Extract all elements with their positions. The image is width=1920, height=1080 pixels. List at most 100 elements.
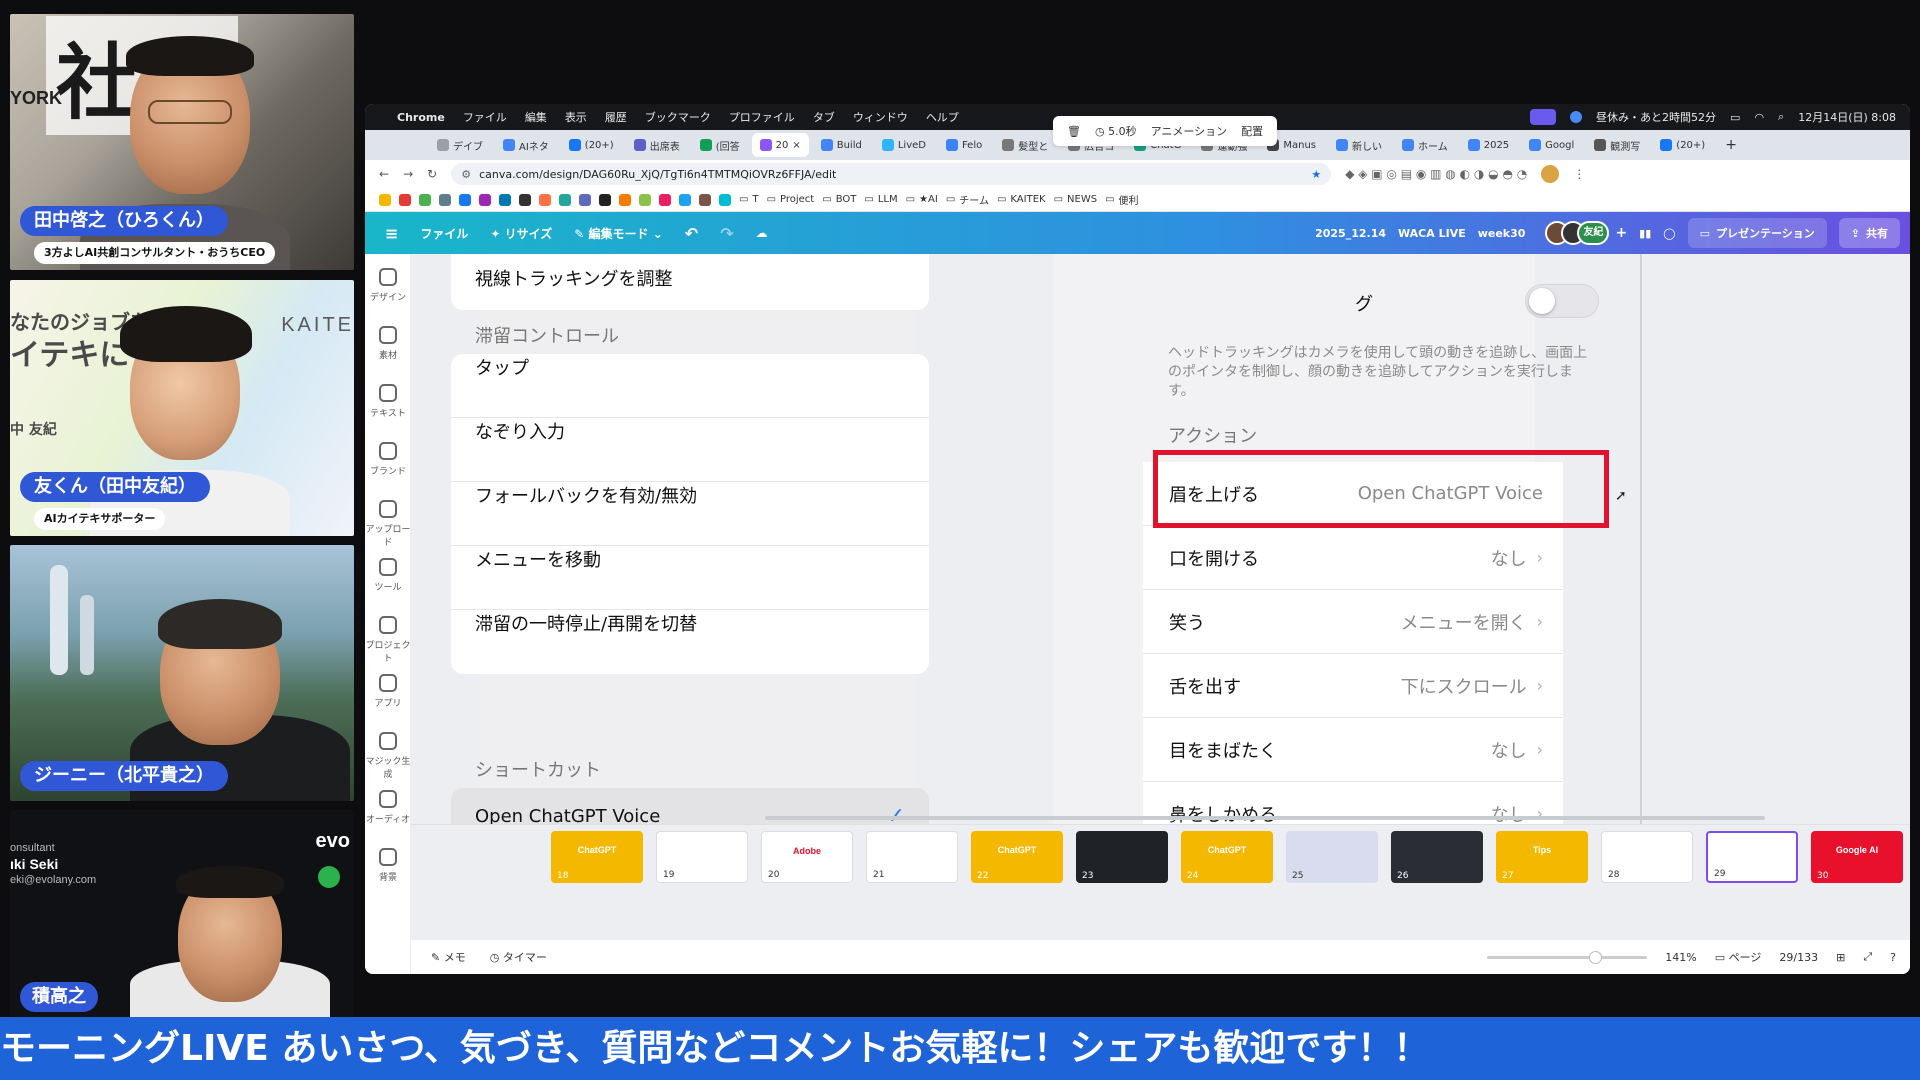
head-tracking-toggle[interactable] (1525, 284, 1599, 318)
settings-row[interactable]: 視線トラッキングを調整 (451, 254, 929, 310)
browser-tab[interactable]: Googl (1521, 133, 1582, 157)
menu-bookmarks[interactable]: ブックマーク (645, 109, 711, 125)
bookmark-folder[interactable]: ▭ NEWS (1054, 194, 1098, 205)
menu-app-name[interactable]: Chrome (397, 111, 445, 124)
wifi-icon[interactable]: ◠ (1754, 111, 1764, 124)
duration-button[interactable]: ◷ 5.0秒 (1095, 123, 1137, 139)
browser-tab[interactable]: 出席表 (626, 133, 688, 157)
page-thumbnail[interactable]: 21 (866, 831, 958, 883)
bookmark-favicon-icon[interactable] (559, 193, 571, 206)
menu-edit[interactable]: 編集 (525, 109, 547, 125)
browser-menu-icon[interactable]: ⋮ (1573, 167, 1585, 181)
page-thumbnail[interactable]: ChatGPT 22 (971, 831, 1063, 883)
menu-view[interactable]: 表示 (565, 109, 587, 125)
bookmark-favicon-icon[interactable] (479, 193, 491, 206)
rail-item-magic[interactable]: マジック生成 (365, 732, 411, 780)
avatar[interactable]: 友紀 (1577, 221, 1610, 245)
url-bar[interactable]: ⚙ canva.com/design/DAG60Ru_XjQ/TgTi6n4TM… (451, 163, 1332, 185)
collaborator-avatars[interactable]: 友紀 + (1545, 221, 1627, 245)
bookmark-favicon-icon[interactable] (499, 193, 511, 206)
bookmark-favicon-icon[interactable] (399, 193, 411, 206)
animation-button[interactable]: アニメーション (1151, 123, 1228, 139)
grid-view-icon[interactable]: ⊞ (1836, 951, 1845, 964)
bookmark-favicon-icon[interactable] (379, 193, 391, 206)
page-thumbnail[interactable]: 26 (1391, 831, 1483, 883)
undo-icon[interactable]: ↶ (685, 224, 698, 243)
resize-button[interactable]: ✦ リサイズ (490, 225, 552, 242)
page-thumbnail[interactable]: Google AI 30 (1811, 831, 1903, 883)
profile-avatar[interactable] (1541, 165, 1560, 183)
bookmark-favicon-icon[interactable] (719, 193, 731, 206)
browser-tab[interactable]: Felo (938, 133, 990, 157)
bookmark-favicon-icon[interactable] (539, 193, 551, 206)
browser-tab[interactable]: (回答 (692, 133, 748, 157)
page-thumbnail[interactable]: 29 (1706, 831, 1798, 883)
zoom-level[interactable]: 141% (1665, 951, 1696, 964)
bookmark-folder[interactable]: ▭ ★AI (906, 194, 938, 205)
bookmark-favicon-icon[interactable] (679, 193, 691, 206)
settings-row[interactable]: メニューを移動 (451, 546, 929, 610)
reload-icon[interactable]: ↻ (427, 167, 437, 181)
analytics-icon[interactable]: ▮▮ (1639, 227, 1651, 240)
browser-tab[interactable]: 観測写 (1586, 133, 1648, 157)
bookmark-favicon-icon[interactable] (419, 193, 431, 206)
back-icon[interactable]: ← (379, 167, 389, 181)
bookmark-favicon-icon[interactable] (699, 193, 711, 206)
add-collaborator-icon[interactable]: + (1615, 225, 1627, 241)
rail-item-text[interactable]: テキスト (365, 384, 411, 419)
notes-button[interactable]: ✎ メモ (431, 949, 466, 965)
browser-tab[interactable]: 2025 (1460, 133, 1517, 157)
browser-tab[interactable]: AIネタ (495, 133, 557, 157)
bookmark-favicon-icon[interactable] (519, 193, 531, 206)
page-thumbnail[interactable]: ChatGPT 18 (551, 831, 643, 883)
rail-item-background[interactable]: 背景 (365, 848, 411, 883)
settings-row[interactable]: タップ (451, 354, 929, 418)
new-tab-icon[interactable]: + (1725, 137, 1737, 153)
browser-tab[interactable]: 新しい (1328, 133, 1390, 157)
filmstrip-scrollbar[interactable] (765, 816, 1765, 820)
menu-help[interactable]: ヘルプ (926, 109, 959, 125)
share-button[interactable]: ⇪ 共有 (1838, 218, 1900, 248)
bookmark-folder[interactable]: ▭ LLM (864, 194, 897, 205)
browser-tab[interactable]: (20+) (561, 133, 622, 157)
status-icon[interactable] (1570, 111, 1583, 123)
browser-tab[interactable]: デイブ (429, 133, 491, 157)
file-menu-button[interactable]: ファイル (420, 225, 468, 242)
bookmark-favicon-icon[interactable] (619, 193, 631, 206)
action-row[interactable]: 口を開ける なし › (1143, 526, 1563, 590)
page-thumbnail[interactable]: ChatGPT 24 (1181, 831, 1273, 883)
bookmark-folder[interactable]: ▭ KAITEK (997, 194, 1046, 205)
bookmark-star-icon[interactable]: ★ (1311, 168, 1321, 181)
page-thumbnail[interactable]: Adobe 20 (761, 831, 853, 883)
settings-row[interactable]: なぞり入力 (451, 418, 929, 482)
present-button[interactable]: ▭ プレゼンテーション (1687, 218, 1827, 248)
cloud-save-icon[interactable]: ☁ (756, 226, 768, 240)
pages-button[interactable]: ▭ ページ (1715, 949, 1762, 965)
action-row[interactable]: 目をまばたく なし › (1143, 718, 1563, 782)
rail-item-brand[interactable]: ブランド (365, 442, 411, 477)
page-thumbnail[interactable]: 25 (1286, 831, 1378, 883)
bookmark-folder[interactable]: ▭ BOT (822, 194, 856, 205)
bookmark-folder[interactable]: ▭ Project (767, 194, 815, 205)
arrange-button[interactable]: 配置 (1241, 123, 1263, 139)
bookmark-favicon-icon[interactable] (439, 193, 451, 206)
extension-icons[interactable]: ◆ ◈ ▣ ◎ ▤ ◉ ▥ ◍ ◐ ◑ ◒ ◓ ◔ (1345, 167, 1527, 181)
comments-icon[interactable]: ◯ (1663, 227, 1675, 240)
settings-row[interactable]: 滞留の一時停止/再開を切替 (451, 610, 929, 674)
page-thumbnail[interactable]: 28 (1601, 831, 1693, 883)
bookmark-folder[interactable]: ▭ T (739, 194, 759, 205)
site-info-icon[interactable]: ⚙ (461, 168, 471, 181)
menu-window[interactable]: ウィンドウ (853, 109, 908, 125)
search-icon[interactable]: ⌕ (1778, 110, 1784, 124)
bookmark-folder[interactable]: ▭ 便利 (1105, 192, 1138, 207)
screen-share-icon[interactable] (1530, 109, 1557, 125)
zoom-slider-handle[interactable] (1589, 950, 1603, 964)
browser-tab[interactable]: LiveD (874, 133, 934, 157)
rail-item-apps[interactable]: アプリ (365, 674, 411, 709)
close-tab-icon[interactable]: × (792, 140, 800, 151)
page-thumbnail[interactable]: 23 (1076, 831, 1168, 883)
rail-item-elements[interactable]: 素材 (365, 326, 411, 361)
menu-history[interactable]: 履歴 (605, 109, 627, 125)
action-row[interactable]: 舌を出す 下にスクロール › (1143, 654, 1563, 718)
bookmark-favicon-icon[interactable] (659, 193, 671, 206)
